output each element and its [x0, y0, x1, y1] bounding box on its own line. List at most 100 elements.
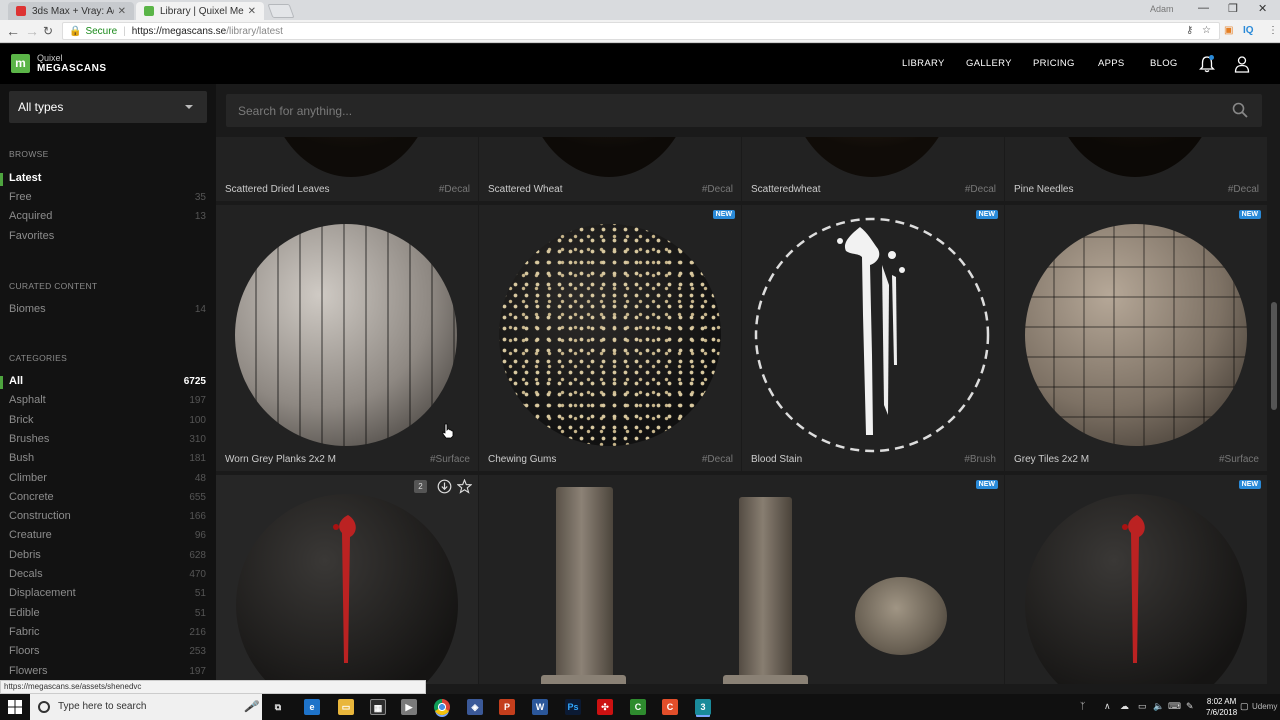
- camtasia-icon[interactable]: C: [630, 699, 646, 715]
- file-explorer-icon[interactable]: ▭: [338, 699, 354, 715]
- sidebar-item-acquired[interactable]: Acquired 13: [0, 209, 216, 227]
- sidebar-item-bush[interactable]: Bush 181: [0, 451, 216, 469]
- asset-card-grey-tiles[interactable]: NEW Grey Tiles 2x2 M #Surface: [1005, 205, 1267, 471]
- people-icon[interactable]: ᛉ: [1080, 701, 1085, 711]
- search-input[interactable]: [226, 94, 1226, 127]
- page-scrollbar[interactable]: [1268, 137, 1280, 684]
- sidebar-item-biomes[interactable]: Biomes 14: [0, 302, 216, 320]
- close-window-icon[interactable]: ✕: [1258, 2, 1267, 15]
- sidebar-item-free[interactable]: Free 35: [0, 190, 216, 208]
- user-account-icon[interactable]: [1234, 55, 1250, 78]
- iq-extension-icon[interactable]: IQ: [1243, 25, 1254, 36]
- asset-tag[interactable]: #Decal: [1228, 184, 1259, 195]
- word-icon[interactable]: W: [532, 699, 548, 715]
- microphone-icon[interactable]: 🎤: [244, 700, 258, 713]
- taskbar-search-box[interactable]: Type here to search 🎤: [30, 694, 262, 720]
- chrome-menu-icon[interactable]: ⋮: [1268, 25, 1278, 36]
- sidebar-item-displacement[interactable]: Displacement 51: [0, 586, 216, 604]
- chrome-taskbar-icon[interactable]: [434, 699, 450, 715]
- sidebar-item-asphalt[interactable]: Asphalt 197: [0, 393, 216, 411]
- reload-icon[interactable]: ↻: [43, 23, 53, 39]
- asset-card-scatteredwheat[interactable]: Scatteredwheat #Decal: [742, 137, 1004, 201]
- sidebar-item-concrete[interactable]: Concrete 655: [0, 490, 216, 508]
- network-icon[interactable]: ▭: [1138, 701, 1147, 712]
- asset-card-concrete-pillars[interactable]: NEW: [479, 475, 1004, 684]
- sidebar-item-construction[interactable]: Construction 166: [0, 509, 216, 527]
- windows-start-icon[interactable]: [8, 700, 22, 719]
- bookmark-star-icon[interactable]: ☆: [1202, 25, 1211, 36]
- asset-card-pine-needles[interactable]: Pine Needles #Decal: [1005, 137, 1267, 201]
- nav-pricing[interactable]: PRICING: [1033, 58, 1075, 69]
- sidebar-item-brick[interactable]: Brick 100: [0, 413, 216, 431]
- 3dsmax-taskbar-icon[interactable]: 3: [695, 699, 711, 715]
- sidebar-item-debris[interactable]: Debris 628: [0, 548, 216, 566]
- minimize-icon[interactable]: —: [1198, 2, 1209, 14]
- forward-icon[interactable]: →: [25, 23, 39, 39]
- asset-tag[interactable]: #Brush: [964, 454, 996, 465]
- extension-icon[interactable]: ▣: [1224, 25, 1233, 36]
- asset-card-chewing-gums[interactable]: NEW Chewing Gums #Decal: [479, 205, 741, 471]
- sidebar-item-latest[interactable]: Latest: [0, 171, 216, 189]
- sidebar-item-fabric[interactable]: Fabric 216: [0, 625, 216, 643]
- close-tab-icon[interactable]: ✕: [248, 6, 256, 17]
- asset-type-select[interactable]: All types: [9, 91, 207, 123]
- scrollbar-thumb[interactable]: [1271, 302, 1277, 410]
- new-tab-button[interactable]: [267, 4, 295, 18]
- asset-tag[interactable]: #Surface: [1219, 454, 1259, 465]
- download-icon[interactable]: [437, 479, 452, 499]
- app-red-icon[interactable]: ✣: [597, 699, 613, 715]
- favorite-star-icon[interactable]: [456, 478, 473, 499]
- sidebar-item-brushes[interactable]: Brushes 310: [0, 432, 216, 450]
- asset-tag[interactable]: #Decal: [702, 184, 733, 195]
- asset-card-scattered-dried-leaves[interactable]: Scattered Dried Leaves #Decal: [216, 137, 478, 201]
- asset-tag[interactable]: #Surface: [430, 454, 470, 465]
- nav-blog[interactable]: BLOG: [1150, 58, 1178, 69]
- search-icon[interactable]: [1232, 102, 1248, 123]
- asset-card-blood-decal[interactable]: 2: [216, 475, 478, 684]
- app-orange-icon[interactable]: C: [662, 699, 678, 715]
- action-center-icon[interactable]: ▢: [1240, 701, 1249, 712]
- sidebar-item-decals[interactable]: Decals 470: [0, 567, 216, 585]
- browser-tab-3dsmax[interactable]: 3ds Max + Vray: Advanc ✕: [8, 2, 134, 20]
- asset-tag[interactable]: #Decal: [965, 184, 996, 195]
- back-icon[interactable]: ←: [6, 23, 20, 39]
- powerpoint-icon[interactable]: P: [499, 699, 515, 715]
- task-view-icon[interactable]: ⧉: [270, 699, 286, 715]
- notifications-bell-icon[interactable]: [1198, 55, 1216, 78]
- volume-icon[interactable]: 🔈: [1153, 701, 1164, 712]
- maximize-icon[interactable]: ❐: [1228, 2, 1238, 15]
- onedrive-icon[interactable]: ☁: [1120, 701, 1129, 712]
- asset-tag[interactable]: #Decal: [702, 454, 733, 465]
- pen-icon[interactable]: ✎: [1186, 701, 1194, 712]
- keyboard-icon[interactable]: ⌨: [1168, 701, 1181, 712]
- sidebar-item-label: Favorites: [9, 230, 55, 242]
- sidebar-item-edible[interactable]: Edible 51: [0, 606, 216, 624]
- asset-card-blood-decal-2[interactable]: NEW: [1005, 475, 1267, 684]
- store-icon[interactable]: ▦: [370, 699, 386, 715]
- megascans-logo-icon[interactable]: m: [11, 54, 30, 73]
- sidebar-item-creature[interactable]: Creature 96: [0, 528, 216, 546]
- sidebar-item-floors[interactable]: Floors 253: [0, 644, 216, 662]
- browser-tab-megascans[interactable]: Library | Quixel Megasca ✕: [136, 2, 264, 20]
- tray-expand-icon[interactable]: ∧: [1104, 701, 1111, 712]
- asset-card-scattered-wheat[interactable]: Scattered Wheat #Decal: [479, 137, 741, 201]
- photoshop-icon[interactable]: Ps: [565, 699, 581, 715]
- media-player-icon[interactable]: ▶: [401, 699, 417, 715]
- nav-apps[interactable]: APPS: [1098, 58, 1125, 69]
- key-icon[interactable]: ⚷: [1186, 25, 1193, 36]
- close-tab-icon[interactable]: ✕: [118, 6, 126, 17]
- nav-gallery[interactable]: GALLERY: [966, 58, 1012, 69]
- sidebar-item-flowers[interactable]: Flowers 197: [0, 664, 216, 682]
- nav-library[interactable]: LIBRARY: [902, 58, 945, 69]
- app-taskbar-icon[interactable]: ◈: [467, 699, 483, 715]
- asset-card-worn-grey-planks[interactable]: Worn Grey Planks 2x2 M #Surface: [216, 205, 478, 471]
- asset-tag[interactable]: #Decal: [439, 184, 470, 195]
- address-bar[interactable]: 🔒 Secure | https://megascans.se /library…: [62, 22, 1220, 40]
- asset-card-blood-stain[interactable]: NEW Blood Stain #Brush: [742, 205, 1004, 471]
- sidebar-item-all[interactable]: All 6725: [0, 374, 216, 392]
- browser-user-name[interactable]: Adam: [1150, 4, 1174, 14]
- edge-icon[interactable]: e: [304, 699, 320, 715]
- sidebar-item-favorites[interactable]: Favorites: [0, 229, 216, 247]
- sidebar-item-climber[interactable]: Climber 48: [0, 471, 216, 489]
- system-clock[interactable]: 8:02 AM 7/6/2018: [1206, 696, 1237, 718]
